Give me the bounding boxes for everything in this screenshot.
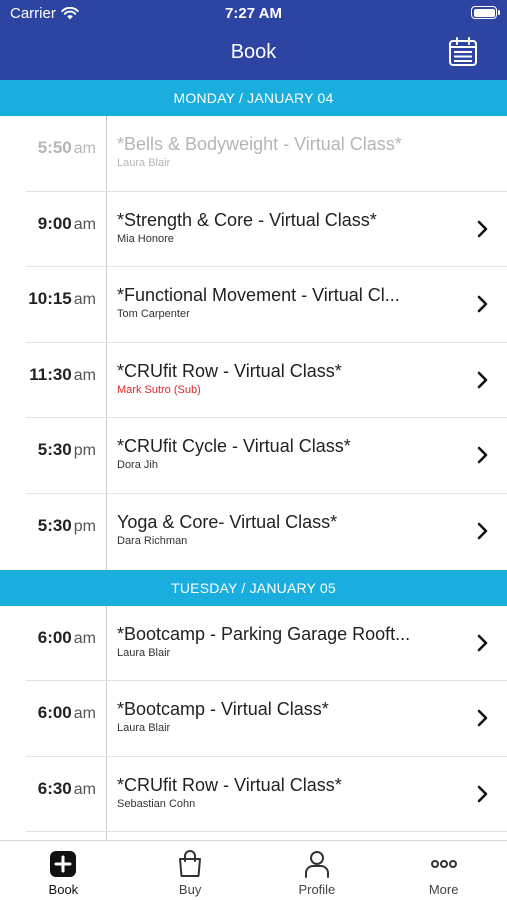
instructor-name: Dora Jih <box>117 459 158 472</box>
day-header: TUESDAY / JANUARY 05 <box>0 569 507 606</box>
class-name: *Bootcamp - Virtual Class* <box>117 699 329 720</box>
day-classes: 6:00 am *Bootcamp - Parking Garage Rooft.… <box>0 605 507 840</box>
class-time: 5:30 pm <box>37 515 96 535</box>
class-name: *CRUfit Row - Virtual Class* <box>117 360 342 381</box>
battery-icon <box>471 6 500 19</box>
tab-book[interactable]: Book <box>0 841 127 900</box>
class-name: *Bootcamp - Parking Garage Rooft... <box>117 623 411 644</box>
class-row: 5:50 am *Bells & Bodyweight - Virtual Cla… <box>26 116 507 192</box>
class-time: 9:00 am <box>37 213 96 233</box>
class-row[interactable]: 6:00 am *Bootcamp - Parking Garage Rooft.… <box>26 606 507 682</box>
class-time: 6:00 am <box>37 703 96 723</box>
instructor-name: Tom Carpenter <box>117 308 190 321</box>
chevron-right-icon <box>477 295 488 313</box>
class-name: *CRUfit Cycle - Virtual Class* <box>117 436 351 457</box>
tab-label: More <box>428 882 459 897</box>
chevron-right-icon <box>477 371 488 389</box>
instructor-name: Dara Richman <box>117 534 188 547</box>
tab-label: Buy <box>178 882 202 897</box>
class-row[interactable]: 9:00 am *Strength & Core - Virtual Class*… <box>26 192 507 268</box>
chevron-right-icon <box>477 709 488 727</box>
instructor-name: Laura Blair <box>117 157 171 169</box>
instructor-name: Mia Honore <box>117 232 174 245</box>
class-name: Yoga & Core- Virtual Class* <box>117 511 338 532</box>
navigation-bar: Carrier 7:27 AM Book <box>0 0 507 80</box>
calendar-icon[interactable] <box>447 36 479 68</box>
class-name: *Bells & Bodyweight - Virtual Class* <box>117 134 402 154</box>
book-plus-icon <box>50 851 77 877</box>
chevron-right-icon <box>477 220 488 237</box>
chevron-right-icon <box>477 447 488 464</box>
class-row-partial[interactable] <box>26 832 507 840</box>
class-row[interactable]: 6:30 am *CRUfit Row - Virtual Class* Sebas… <box>26 757 507 833</box>
class-name: *Strength & Core - Virtual Class* <box>117 209 377 230</box>
instructor-name: Laura Blair <box>117 646 171 659</box>
substitute-instructor-name: Mark Sutro (Sub) <box>117 383 201 396</box>
tab-more[interactable]: More <box>380 841 507 900</box>
class-schedule-list[interactable]: MONDAY / JANUARY 04 5:50 am *Bells & Body… <box>0 80 507 840</box>
class-time: 11:30 am <box>29 364 96 384</box>
tab-buy[interactable]: Buy <box>127 841 254 900</box>
chevron-right-icon <box>477 785 488 803</box>
class-time: 6:30 am <box>37 778 96 798</box>
shopping-bag-icon <box>179 850 202 877</box>
tab-bar: Book Buy Profile More <box>0 840 507 900</box>
more-dots-icon <box>430 860 457 868</box>
profile-icon <box>304 851 329 878</box>
tab-label: Profile <box>298 882 336 897</box>
chevron-right-icon <box>477 522 488 540</box>
class-name: *CRUfit Row - Virtual Class* <box>117 774 342 795</box>
tab-label: Book <box>48 882 79 897</box>
class-time: 6:00 am <box>37 627 96 647</box>
page-title: Book <box>230 41 277 63</box>
tab-profile[interactable]: Profile <box>254 841 381 900</box>
status-time: 7:27 AM <box>225 5 282 22</box>
class-row[interactable]: 11:30 am *CRUfit Row - Virtual Class* Mark… <box>26 343 507 419</box>
class-row[interactable]: 5:30 pm *CRUfit Cycle - Virtual Class* Dor… <box>26 418 507 494</box>
instructor-name: Laura Blair <box>117 722 171 735</box>
class-row[interactable]: 5:30 pm Yoga & Core- Virtual Class* Dara R… <box>26 494 507 570</box>
class-name: *Functional Movement - Virtual Cl... <box>117 285 400 306</box>
class-time: 5:50 am <box>37 138 96 157</box>
chevron-right-icon <box>477 634 488 651</box>
day-header: MONDAY / JANUARY 04 <box>0 80 507 116</box>
class-time: 10:15 am <box>28 289 96 309</box>
class-row[interactable]: 10:15 am *Functional Movement - Virtual C… <box>26 267 507 343</box>
class-time: 5:30 pm <box>37 440 96 460</box>
instructor-name: Sebastian Cohn <box>117 797 196 810</box>
day-classes: 5:50 am *Bells & Bodyweight - Virtual Cla… <box>0 116 507 570</box>
class-row[interactable]: 6:00 am *Bootcamp - Virtual Class* Laura B… <box>26 681 507 757</box>
